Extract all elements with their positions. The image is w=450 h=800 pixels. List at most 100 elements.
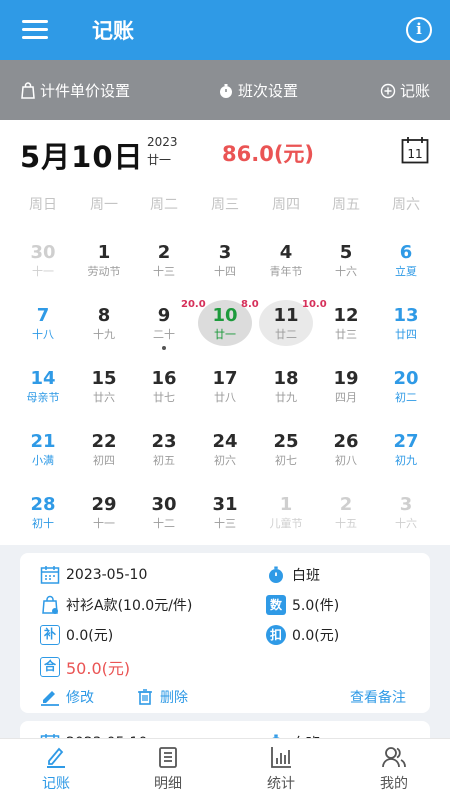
record-bonus: 0.0(元) <box>66 628 114 644</box>
calendar-day[interactable]: 24 初六 <box>195 430 255 484</box>
nav-record[interactable]: 记账 <box>11 745 101 793</box>
nav-stats[interactable]: 统计 <box>236 745 326 793</box>
stopwatch-icon <box>220 83 232 98</box>
record-shift: 白班 <box>292 568 320 584</box>
day-number: 31 <box>212 494 238 515</box>
qty-badge: 数 <box>266 595 286 615</box>
nav-details[interactable]: 明细 <box>123 745 213 793</box>
calendar-day[interactable]: 31 十三 <box>195 493 255 547</box>
info-icon[interactable]: i <box>406 17 432 43</box>
record-add-button[interactable]: 记账 <box>380 80 430 101</box>
day-number: 4 <box>279 242 293 263</box>
record-dot <box>162 346 166 350</box>
day-number: 27 <box>393 431 419 452</box>
day-number: 3 <box>399 494 413 515</box>
calendar-day[interactable]: 14 母亲节 <box>13 367 73 421</box>
calendar-day[interactable]: 22 初四 <box>74 430 134 484</box>
day-amount-marker: 10.0 <box>302 299 327 310</box>
calendar-day[interactable]: 29 十一 <box>74 493 134 547</box>
delete-button[interactable]: 删除 <box>136 687 188 707</box>
day-number: 17 <box>212 368 238 389</box>
day-lunar-label: 初四 <box>93 454 115 467</box>
record-date: 2023-05-10 <box>66 567 148 583</box>
record-total: 50.0(元) <box>66 659 131 678</box>
day-number: 7 <box>36 305 50 326</box>
day-lunar-label: 初十 <box>32 517 54 530</box>
weekday-header: 周日 周一 周二 周三 周四 周五 周六 <box>0 194 450 216</box>
day-lunar-label: 小满 <box>32 454 54 467</box>
day-lunar-label: 十六 <box>395 517 417 530</box>
selected-lunar: 廿一 <box>147 153 172 167</box>
calendar-day[interactable]: 18 廿九 <box>256 367 316 421</box>
calendar-day[interactable]: 7 十八 <box>13 304 73 358</box>
calendar-day[interactable]: 21 小满 <box>13 430 73 484</box>
nav-record-label: 记账 <box>42 776 70 792</box>
day-number: 8 <box>97 305 111 326</box>
calendar-day[interactable]: 23 初五 <box>134 430 194 484</box>
price-setting-button[interactable]: 计件单价设置 <box>20 80 130 101</box>
nav-mine[interactable]: 我的 <box>349 745 439 793</box>
shift-setting-button[interactable]: 班次设置 <box>218 80 298 101</box>
weekday-label: 周四 <box>272 197 300 213</box>
day-lunar-label: 母亲节 <box>26 391 60 404</box>
calendar-day[interactable]: 30 十二 <box>134 493 194 547</box>
calendar-day[interactable]: 2 十五 <box>316 493 376 547</box>
calendar-day[interactable]: 26 初八 <box>316 430 376 484</box>
calendar-day[interactable]: 11 廿二 <box>256 304 316 358</box>
calendar-day[interactable]: 20 初二 <box>376 367 436 421</box>
day-number: 2 <box>339 494 353 515</box>
date-header: 5月10日 2023 廿一 86.0(元) 11 <box>0 120 450 186</box>
page-title: 记账 <box>92 19 134 43</box>
menu-icon[interactable] <box>22 20 48 40</box>
pen-icon <box>47 747 65 768</box>
day-lunar-label: 十一 <box>93 517 115 530</box>
calendar-day[interactable]: 28 初十 <box>13 493 73 547</box>
calendar-day[interactable]: 19 四月 <box>316 367 376 421</box>
day-number: 24 <box>212 431 238 452</box>
day-lunar-label: 初八 <box>335 454 357 467</box>
day-lunar-label: 十三 <box>153 265 175 278</box>
calendar-day[interactable]: 17 廿八 <box>195 367 255 421</box>
calendar-day[interactable]: 5 十六 <box>316 241 376 295</box>
day-amount-marker: 20.0 <box>181 299 206 310</box>
calendar-day[interactable]: 3 十四 <box>195 241 255 295</box>
day-amount-marker: 8.0 <box>241 299 259 310</box>
record-card[interactable]: 2023-05-10 白班 衬衫A款(10.0元/件) 数 5.0(件) 补 0… <box>20 553 430 713</box>
day-number: 26 <box>333 431 359 452</box>
day-number: 20 <box>393 368 419 389</box>
day-lunar-label: 廿四 <box>395 328 417 341</box>
calendar-day[interactable]: 1 劳动节 <box>74 241 134 295</box>
record-qty-row: 数 5.0(件) <box>266 595 339 615</box>
calendar-day[interactable]: 15 廿六 <box>74 367 134 421</box>
day-number: 28 <box>30 494 56 515</box>
shift-setting-label: 班次设置 <box>238 82 299 100</box>
calendar-day[interactable]: 25 初七 <box>256 430 316 484</box>
day-lunar-label: 初六 <box>214 454 236 467</box>
view-note-button[interactable]: 查看备注 <box>350 687 406 707</box>
bonus-badge: 补 <box>40 625 60 645</box>
record-deduct: 0.0(元) <box>292 628 340 644</box>
calendar-day[interactable]: 6 立夏 <box>376 241 436 295</box>
calendar-day[interactable]: 2 十三 <box>134 241 194 295</box>
view-note-label: 查看备注 <box>350 690 406 706</box>
calendar-day[interactable]: 30 十一 <box>13 241 73 295</box>
calendar-day[interactable]: 12 廿三 <box>316 304 376 358</box>
day-lunar-label: 廿七 <box>153 391 175 404</box>
calendar-day[interactable]: 3 十六 <box>376 493 436 547</box>
calendar-day[interactable]: 8 十九 <box>74 304 134 358</box>
calendar-day[interactable]: 27 初九 <box>376 430 436 484</box>
record-card[interactable]: 2023-05-10 白班 <box>20 721 430 738</box>
edit-button[interactable]: 修改 <box>40 687 94 707</box>
calendar-day[interactable]: 13 廿四 <box>376 304 436 358</box>
weekday-label: 周二 <box>150 197 178 213</box>
day-number: 1 <box>97 242 111 263</box>
delete-label: 删除 <box>160 690 188 706</box>
calendar-day[interactable]: 1 儿童节 <box>256 493 316 547</box>
bar-chart-icon <box>271 747 291 768</box>
record-product-row: 衬衫A款(10.0元/件) <box>40 595 192 615</box>
calendar-icon[interactable]: 11 <box>401 136 429 164</box>
calendar-day[interactable]: 16 廿七 <box>134 367 194 421</box>
deduct-badge: 扣 <box>266 625 286 645</box>
bottom-nav: 记账 明细 统计 我的 <box>0 738 450 800</box>
calendar-day[interactable]: 4 青年节 <box>256 241 316 295</box>
